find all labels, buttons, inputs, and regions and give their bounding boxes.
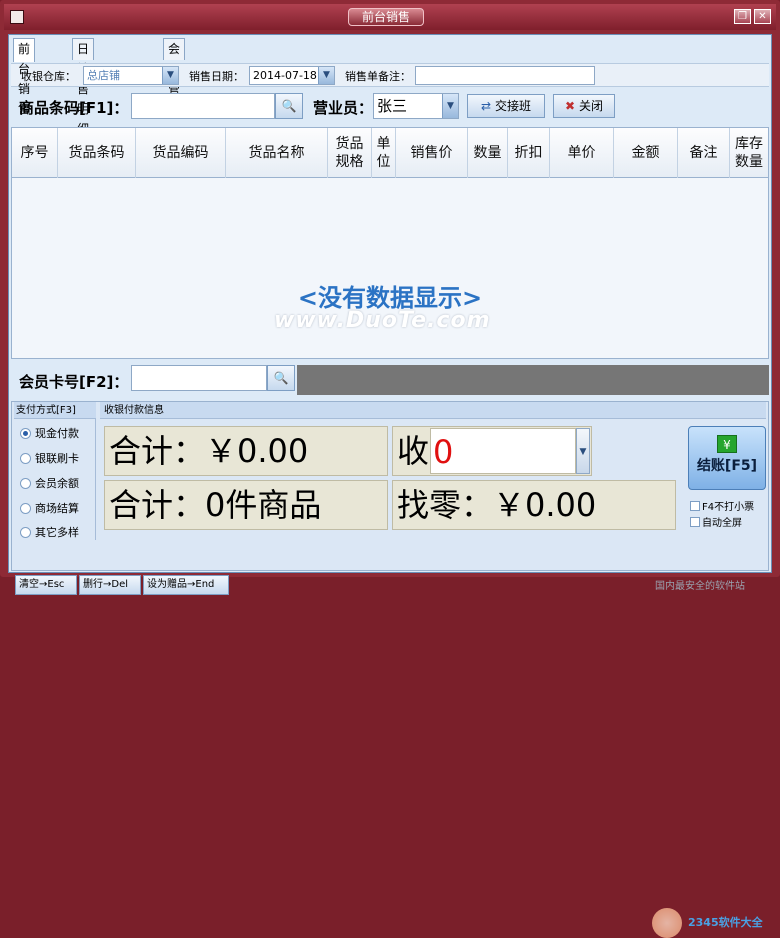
radio-icon [20, 478, 31, 489]
member-info-bar [297, 365, 769, 395]
clerk-select[interactable]: 张三 ▼ [373, 93, 459, 119]
radio-label: 会员余额 [35, 477, 79, 490]
payment-unionpay-radio[interactable]: 银联刷卡 [20, 450, 79, 466]
payment-info-header: 收银付款信息 [100, 402, 766, 419]
site-watermark: www.DuoTe.com [274, 308, 491, 333]
binoculars-search-icon[interactable]: 🔍 [275, 93, 303, 119]
payment-methods-header: 支付方式[F3] [14, 402, 96, 419]
col-header[interactable]: 销售价 [396, 128, 468, 178]
col-header[interactable]: 备注 [678, 128, 730, 178]
col-header[interactable]: 单价 [550, 128, 614, 178]
sales-note-input[interactable] [415, 66, 595, 85]
chevron-down-icon[interactable]: ▼ [162, 67, 178, 84]
payment-methods: 支付方式[F3] 现金付款 银联刷卡 会员余额 商场结算 其它多样 [14, 402, 96, 540]
set-as-gift-button[interactable]: 设为赠品→End [143, 575, 229, 595]
sale-date-value: 2014-07-18 [253, 69, 317, 82]
warehouse-value: 总店铺 [87, 69, 120, 82]
chevron-down-icon[interactable]: ▼ [442, 94, 458, 118]
received-amount-value: 0 [433, 433, 454, 471]
sales-info-row: 收银仓库： 总店铺 ▼ 销售日期： 2014-07-18 ▼ 销售单备注： [11, 63, 769, 87]
close-label: 关闭 [578, 99, 603, 113]
tab-member-management[interactable]: 会员管理 [163, 38, 186, 116]
payment-mall-settlement-radio[interactable]: 商场结算 [20, 500, 79, 516]
col-header[interactable]: 货品名称 [226, 128, 328, 178]
close-icon[interactable]: ✕ [754, 9, 771, 24]
barcode-label: 商品条码[F1]： [19, 99, 129, 117]
maximize-icon[interactable]: ❐ [734, 9, 751, 24]
total-amount-display: 合计：￥0.00 [104, 426, 388, 476]
received-amount-input[interactable]: 0 [430, 428, 576, 474]
radio-label: 银联刷卡 [35, 452, 79, 465]
payment-other-radio[interactable]: 其它多样 [20, 524, 79, 540]
auto-fullscreen-checkbox[interactable]: 自动全屏 [690, 514, 742, 529]
radio-label: 商场结算 [35, 502, 79, 515]
barcode-row: 商品条码[F1]： 🔍 营业员： 张三 ▼ ⇄ 交接班 ✖ 关闭 [11, 91, 769, 123]
tab-daily-sales-detail[interactable]: 日销售明细查询 [72, 38, 95, 176]
checkbox-icon [690, 517, 700, 527]
tab-front-sales[interactable]: 前台销售 [13, 38, 36, 116]
radio-icon [20, 453, 31, 464]
barcode-input[interactable] [131, 93, 275, 119]
col-header[interactable]: 数量 [468, 128, 508, 178]
clerk-label: 营业员： [313, 99, 374, 117]
checkout-yen-icon: ¥ [717, 435, 737, 453]
checkbox-label: 自动全屏 [702, 518, 742, 529]
col-header[interactable]: 单位 [372, 128, 396, 178]
item-count-display: 合计：0件商品 [104, 480, 388, 530]
sales-items-table[interactable]: 序号 货品条码 货品编码 货品名称 货品规格 单位 销售价 数量 折扣 单价 金… [11, 127, 769, 449]
handover-button[interactable]: ⇄ 交接班 [467, 94, 545, 118]
watermark-site-text: 国内最安全的软件站 [655, 581, 745, 592]
col-header[interactable]: 序号 [12, 128, 58, 178]
change-display: 找零：￥0.00 [392, 480, 676, 530]
chevron-down-icon[interactable]: ▼ [576, 428, 590, 474]
checkbox-label: F4不打小票 [702, 502, 755, 513]
handover-label: 交接班 [494, 99, 531, 113]
calendar-dropdown-icon[interactable]: ▼ [318, 67, 334, 84]
radio-label: 其它多样 [35, 526, 79, 539]
watermark-logo-icon [652, 908, 682, 938]
close-button[interactable]: ✖ 关闭 [553, 94, 615, 118]
clear-button[interactable]: 清空→Esc [15, 575, 77, 595]
close-window-icon: ✖ [565, 99, 576, 113]
title-bar[interactable]: 前台销售 ❐ ✕ [4, 4, 776, 30]
main-panel: 前台销售 日销售明细查询 会员管理 收银仓库： 总店铺 ▼ 销售日期： 2014… [8, 34, 772, 938]
radio-icon [20, 503, 31, 514]
payment-panel: 支付方式[F3] 现金付款 银联刷卡 会员余额 商场结算 其它多样 收银付款信息… [11, 401, 769, 938]
col-header[interactable]: 货品编码 [136, 128, 226, 178]
checkout-button[interactable]: ¥ 结账[F5] [688, 426, 766, 490]
col-header[interactable]: 金额 [614, 128, 678, 178]
sale-date-label: 销售日期： [189, 70, 244, 83]
warehouse-select[interactable]: 总店铺 ▼ [83, 66, 179, 85]
checkout-label: 结账[F5] [696, 458, 758, 474]
handover-icon: ⇄ [481, 99, 492, 113]
member-card-input[interactable] [131, 365, 267, 391]
col-header[interactable]: 货品规格 [328, 128, 372, 178]
table-header: 序号 货品条码 货品编码 货品名称 货品规格 单位 销售价 数量 折扣 单价 金… [12, 128, 768, 178]
col-header[interactable]: 库存数量 [730, 128, 768, 178]
delete-row-button[interactable]: 删行→Del [79, 575, 141, 595]
radio-icon [20, 527, 31, 538]
payment-cash-radio[interactable]: 现金付款 [20, 425, 79, 441]
watermark-brand: 2345软件大全 [688, 916, 763, 929]
member-row: 会员卡号[F2]： 🔍 [11, 363, 769, 395]
col-header[interactable]: 折扣 [508, 128, 550, 178]
member-card-label: 会员卡号[F2]： [19, 373, 129, 391]
binoculars-search-icon[interactable]: 🔍 [267, 365, 295, 391]
sales-note-label: 销售单备注： [345, 70, 411, 83]
payment-member-balance-radio[interactable]: 会员余额 [20, 475, 79, 491]
radio-selected-icon [20, 428, 31, 439]
sale-date-picker[interactable]: 2014-07-18 ▼ [249, 66, 335, 85]
radio-label: 现金付款 [35, 427, 79, 440]
system-menu-icon[interactable] [10, 10, 24, 24]
col-header[interactable]: 货品条码 [58, 128, 136, 178]
checkbox-icon [690, 501, 700, 511]
clerk-value: 张三 [377, 97, 408, 115]
window-title: 前台销售 [348, 8, 424, 26]
no-receipt-checkbox[interactable]: F4不打小票 [690, 498, 754, 513]
app-window: 前台销售 ❐ ✕ 前台销售 日销售明细查询 会员管理 收银仓库： 总店铺 ▼ 销… [0, 0, 780, 938]
